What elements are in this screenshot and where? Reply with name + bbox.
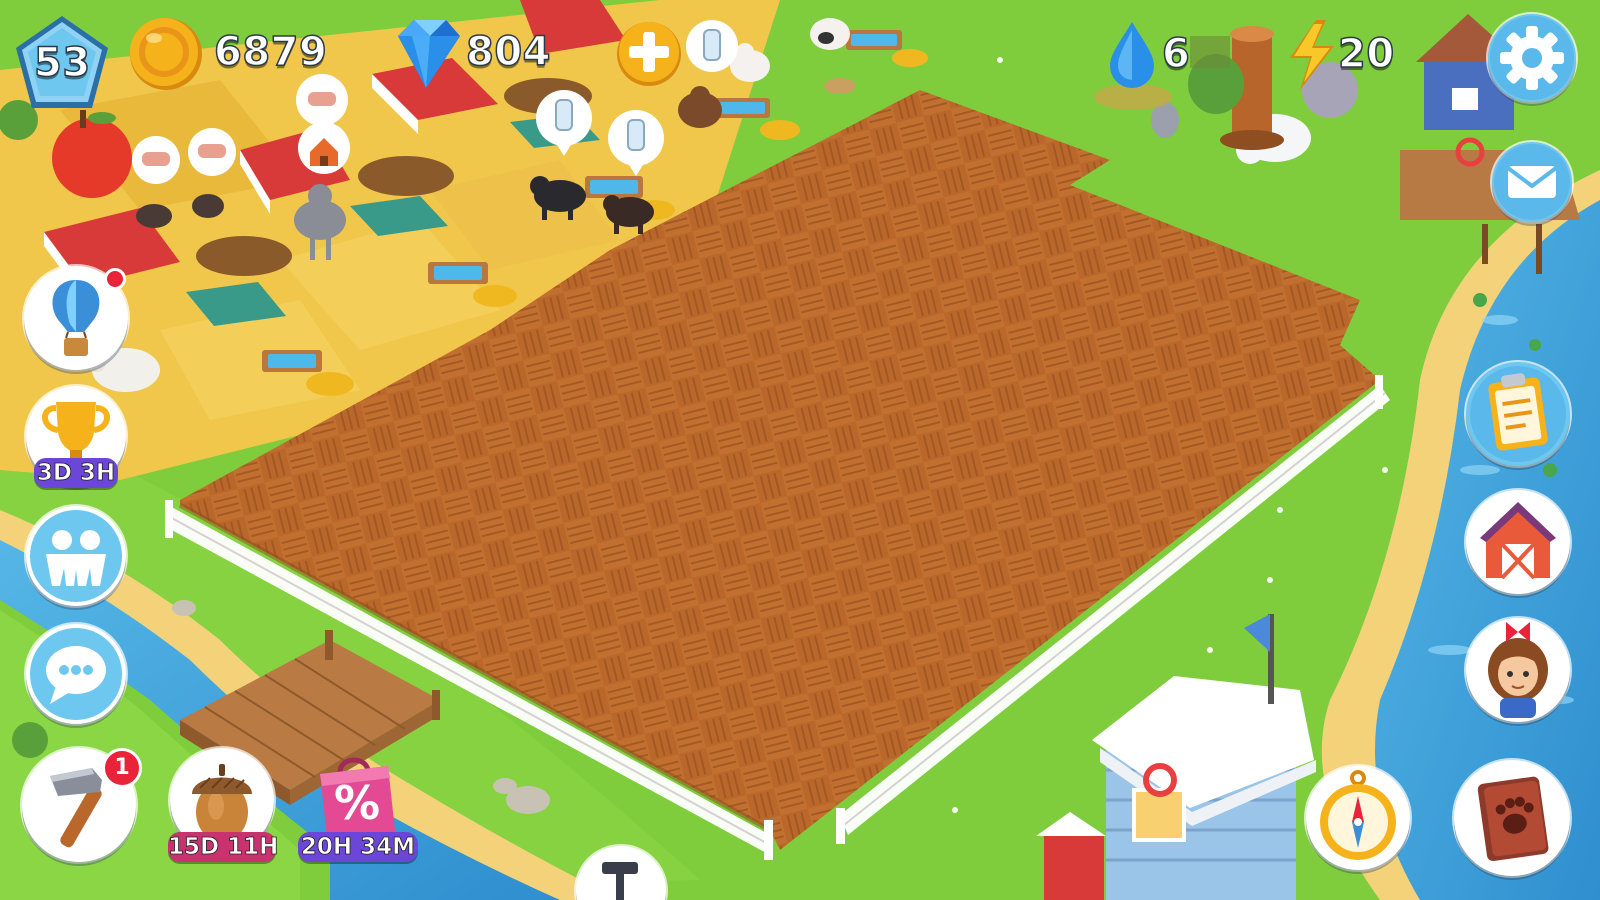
farmer-girl-icon xyxy=(1488,622,1548,718)
barn-icon xyxy=(1480,502,1556,580)
energy-count: 20 xyxy=(1337,31,1395,77)
game-screen: 53 6879 804 6 20 3D 3H 1 15D 11H % 20H 3… xyxy=(0,0,1600,900)
water-drop-icon xyxy=(1110,22,1154,88)
gem-icon xyxy=(398,20,460,88)
add-currency-icon xyxy=(617,22,681,86)
build-button[interactable]: 1 xyxy=(22,748,142,862)
sale-timer: 20H 34M xyxy=(298,832,418,862)
album-button[interactable] xyxy=(1454,760,1570,876)
compass-button[interactable] xyxy=(1306,766,1410,870)
clipboard-icon xyxy=(1470,366,1566,462)
coin-counter[interactable]: 6879 xyxy=(126,14,328,94)
add-currency-button[interactable] xyxy=(614,18,684,88)
energy-counter[interactable]: 20 xyxy=(1282,18,1422,108)
trophy-timer: 3D 3H xyxy=(34,458,118,488)
gem-count: 804 xyxy=(465,29,551,75)
tasks-button[interactable] xyxy=(1466,362,1570,466)
mail-icon xyxy=(1494,144,1570,220)
build-badge: 1 xyxy=(102,748,142,788)
pet-book-icon xyxy=(1477,776,1549,862)
acorn-timer: 15D 11H xyxy=(168,832,279,862)
coin-icon xyxy=(130,18,202,90)
coin-count: 6879 xyxy=(213,29,328,75)
build-tool-button[interactable] xyxy=(576,846,666,900)
level-badge[interactable]: 53 xyxy=(10,12,114,114)
chat-icon xyxy=(30,628,122,720)
notification-dot xyxy=(104,268,126,290)
gear-icon xyxy=(1490,16,1574,100)
barn-button[interactable] xyxy=(1466,490,1570,594)
chat-button[interactable] xyxy=(26,624,126,724)
mail-button[interactable] xyxy=(1492,142,1572,222)
hammer-tool-icon xyxy=(602,862,638,900)
sale-symbol: % xyxy=(333,776,381,830)
friends-icon xyxy=(30,510,122,602)
water-counter[interactable]: 6 xyxy=(1092,18,1212,114)
compass-icon xyxy=(1320,770,1396,860)
settings-button[interactable] xyxy=(1488,14,1576,102)
level-number: 53 xyxy=(33,40,91,86)
friends-button[interactable] xyxy=(26,506,126,606)
character-button[interactable] xyxy=(1466,618,1570,722)
gem-counter[interactable]: 804 xyxy=(384,14,564,94)
balloon-button[interactable] xyxy=(24,266,128,370)
water-count: 6 xyxy=(1161,31,1191,77)
lightning-icon xyxy=(1290,20,1334,90)
